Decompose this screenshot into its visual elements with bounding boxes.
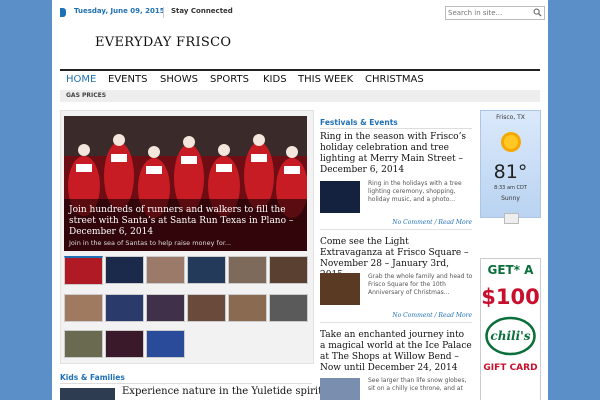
thumbnail[interactable]: [64, 256, 103, 285]
top-bar: Tuesday, June 09, 2015 Stay Connected: [60, 6, 545, 20]
page: Tuesday, June 09, 2015 Stay Connected EV…: [52, 0, 548, 400]
nav-item-christmas[interactable]: CHRISTMAS: [365, 74, 424, 85]
thumbnail[interactable]: [228, 256, 267, 284]
chilis-ad-banner[interactable]: GET* A $100 chili's GIFT CARD: [480, 258, 541, 400]
featured-slider[interactable]: Join hundreds of runners and walkers to …: [64, 116, 307, 251]
thumbnail[interactable]: [64, 330, 103, 358]
slider-caption: Join hundreds of runners and walkers to …: [64, 199, 307, 251]
nav-item-shows[interactable]: SHOWS: [160, 74, 198, 85]
search-icon[interactable]: [533, 8, 542, 17]
site-logo[interactable]: EVERYDAY FRISCO: [95, 35, 231, 50]
ad-line3: GIFT CARD: [483, 363, 538, 373]
thumbnail[interactable]: [146, 330, 185, 358]
article-excerpt: Ring in the holidays with a tree lightin…: [368, 180, 462, 203]
thumbnail[interactable]: [105, 256, 144, 284]
article-meta-link[interactable]: No Comment / Read More: [392, 219, 472, 226]
thumbnail[interactable]: [64, 294, 103, 322]
stay-connected-link[interactable]: Stay Connected: [171, 7, 233, 15]
date-flag-icon: [60, 8, 66, 17]
search-input[interactable]: [448, 7, 528, 19]
current-date: Tuesday, June 09, 2015: [74, 7, 165, 15]
search-box: [445, 6, 545, 20]
divider: [320, 128, 472, 129]
thumbnail[interactable]: [105, 294, 144, 322]
thumbnail[interactable]: [269, 294, 308, 322]
nav-item-home[interactable]: HOME: [66, 74, 96, 85]
weather-more-button[interactable]: [504, 213, 519, 224]
thumbnail[interactable]: [146, 256, 185, 284]
kids-article-title[interactable]: Experience nature in the Yuletide spirit…: [122, 386, 335, 397]
article-title[interactable]: Ring in the season with Frisco’s holiday…: [320, 132, 472, 176]
thumbnail[interactable]: [228, 294, 267, 322]
weather-temperature: 81°: [493, 161, 528, 183]
sub-nav: GAS PRICES: [60, 90, 540, 102]
weather-condition: Sunny: [501, 195, 520, 202]
nav-item-events[interactable]: EVENTS: [108, 74, 147, 85]
thumbnail[interactable]: [187, 294, 226, 322]
ad-amount: $100: [481, 285, 540, 309]
divider: [320, 229, 472, 230]
article-image[interactable]: [320, 378, 360, 400]
sun-icon: [501, 132, 521, 152]
ad-line1: GET* A: [487, 263, 534, 277]
divider: [163, 7, 164, 18]
thumbnail[interactable]: [187, 256, 226, 284]
slider-title[interactable]: Join hundreds of runners and walkers to …: [69, 205, 301, 238]
divider: [60, 383, 312, 384]
nav-item-kids[interactable]: KIDS: [263, 74, 287, 85]
subnav-item-gas-prices[interactable]: GAS PRICES: [66, 92, 106, 99]
nav-item-sports[interactable]: SPORTS: [210, 74, 249, 85]
weather-time: 8:33 am CDT: [494, 185, 527, 191]
nav-item-this-week[interactable]: THIS WEEK: [298, 74, 353, 85]
article-excerpt: Grab the whole family and head to Frisco…: [368, 273, 473, 296]
article-image[interactable]: [320, 273, 360, 305]
weather-widget: Frisco, TX 81° 8:33 am CDT Sunny: [480, 110, 541, 224]
svg-text:chili's: chili's: [490, 329, 530, 343]
divider: [320, 322, 472, 323]
weather-location: Frisco, TX: [496, 114, 525, 121]
article-excerpt: See larger than life snow globes, sit on…: [368, 377, 467, 392]
kids-article-image[interactable]: [60, 388, 115, 400]
chilis-logo: chili's: [485, 316, 536, 356]
slider-excerpt: Join in the sea of Santas to help raise …: [69, 239, 232, 247]
article-image[interactable]: [320, 181, 360, 213]
thumbnail[interactable]: [146, 294, 185, 322]
thumbnail[interactable]: [269, 256, 308, 284]
main-nav: HOME EVENTS SHOWS SPORTS KIDS THIS WEEK …: [60, 69, 540, 91]
article-meta-link[interactable]: No Comment / Read More: [392, 312, 472, 319]
thumbnail[interactable]: [105, 330, 144, 358]
kids-section-title[interactable]: Kids & Families: [60, 373, 125, 382]
article-title[interactable]: Take an enchanted journey into a magical…: [320, 330, 472, 374]
festivals-section-title[interactable]: Festivals & Events: [320, 118, 398, 127]
